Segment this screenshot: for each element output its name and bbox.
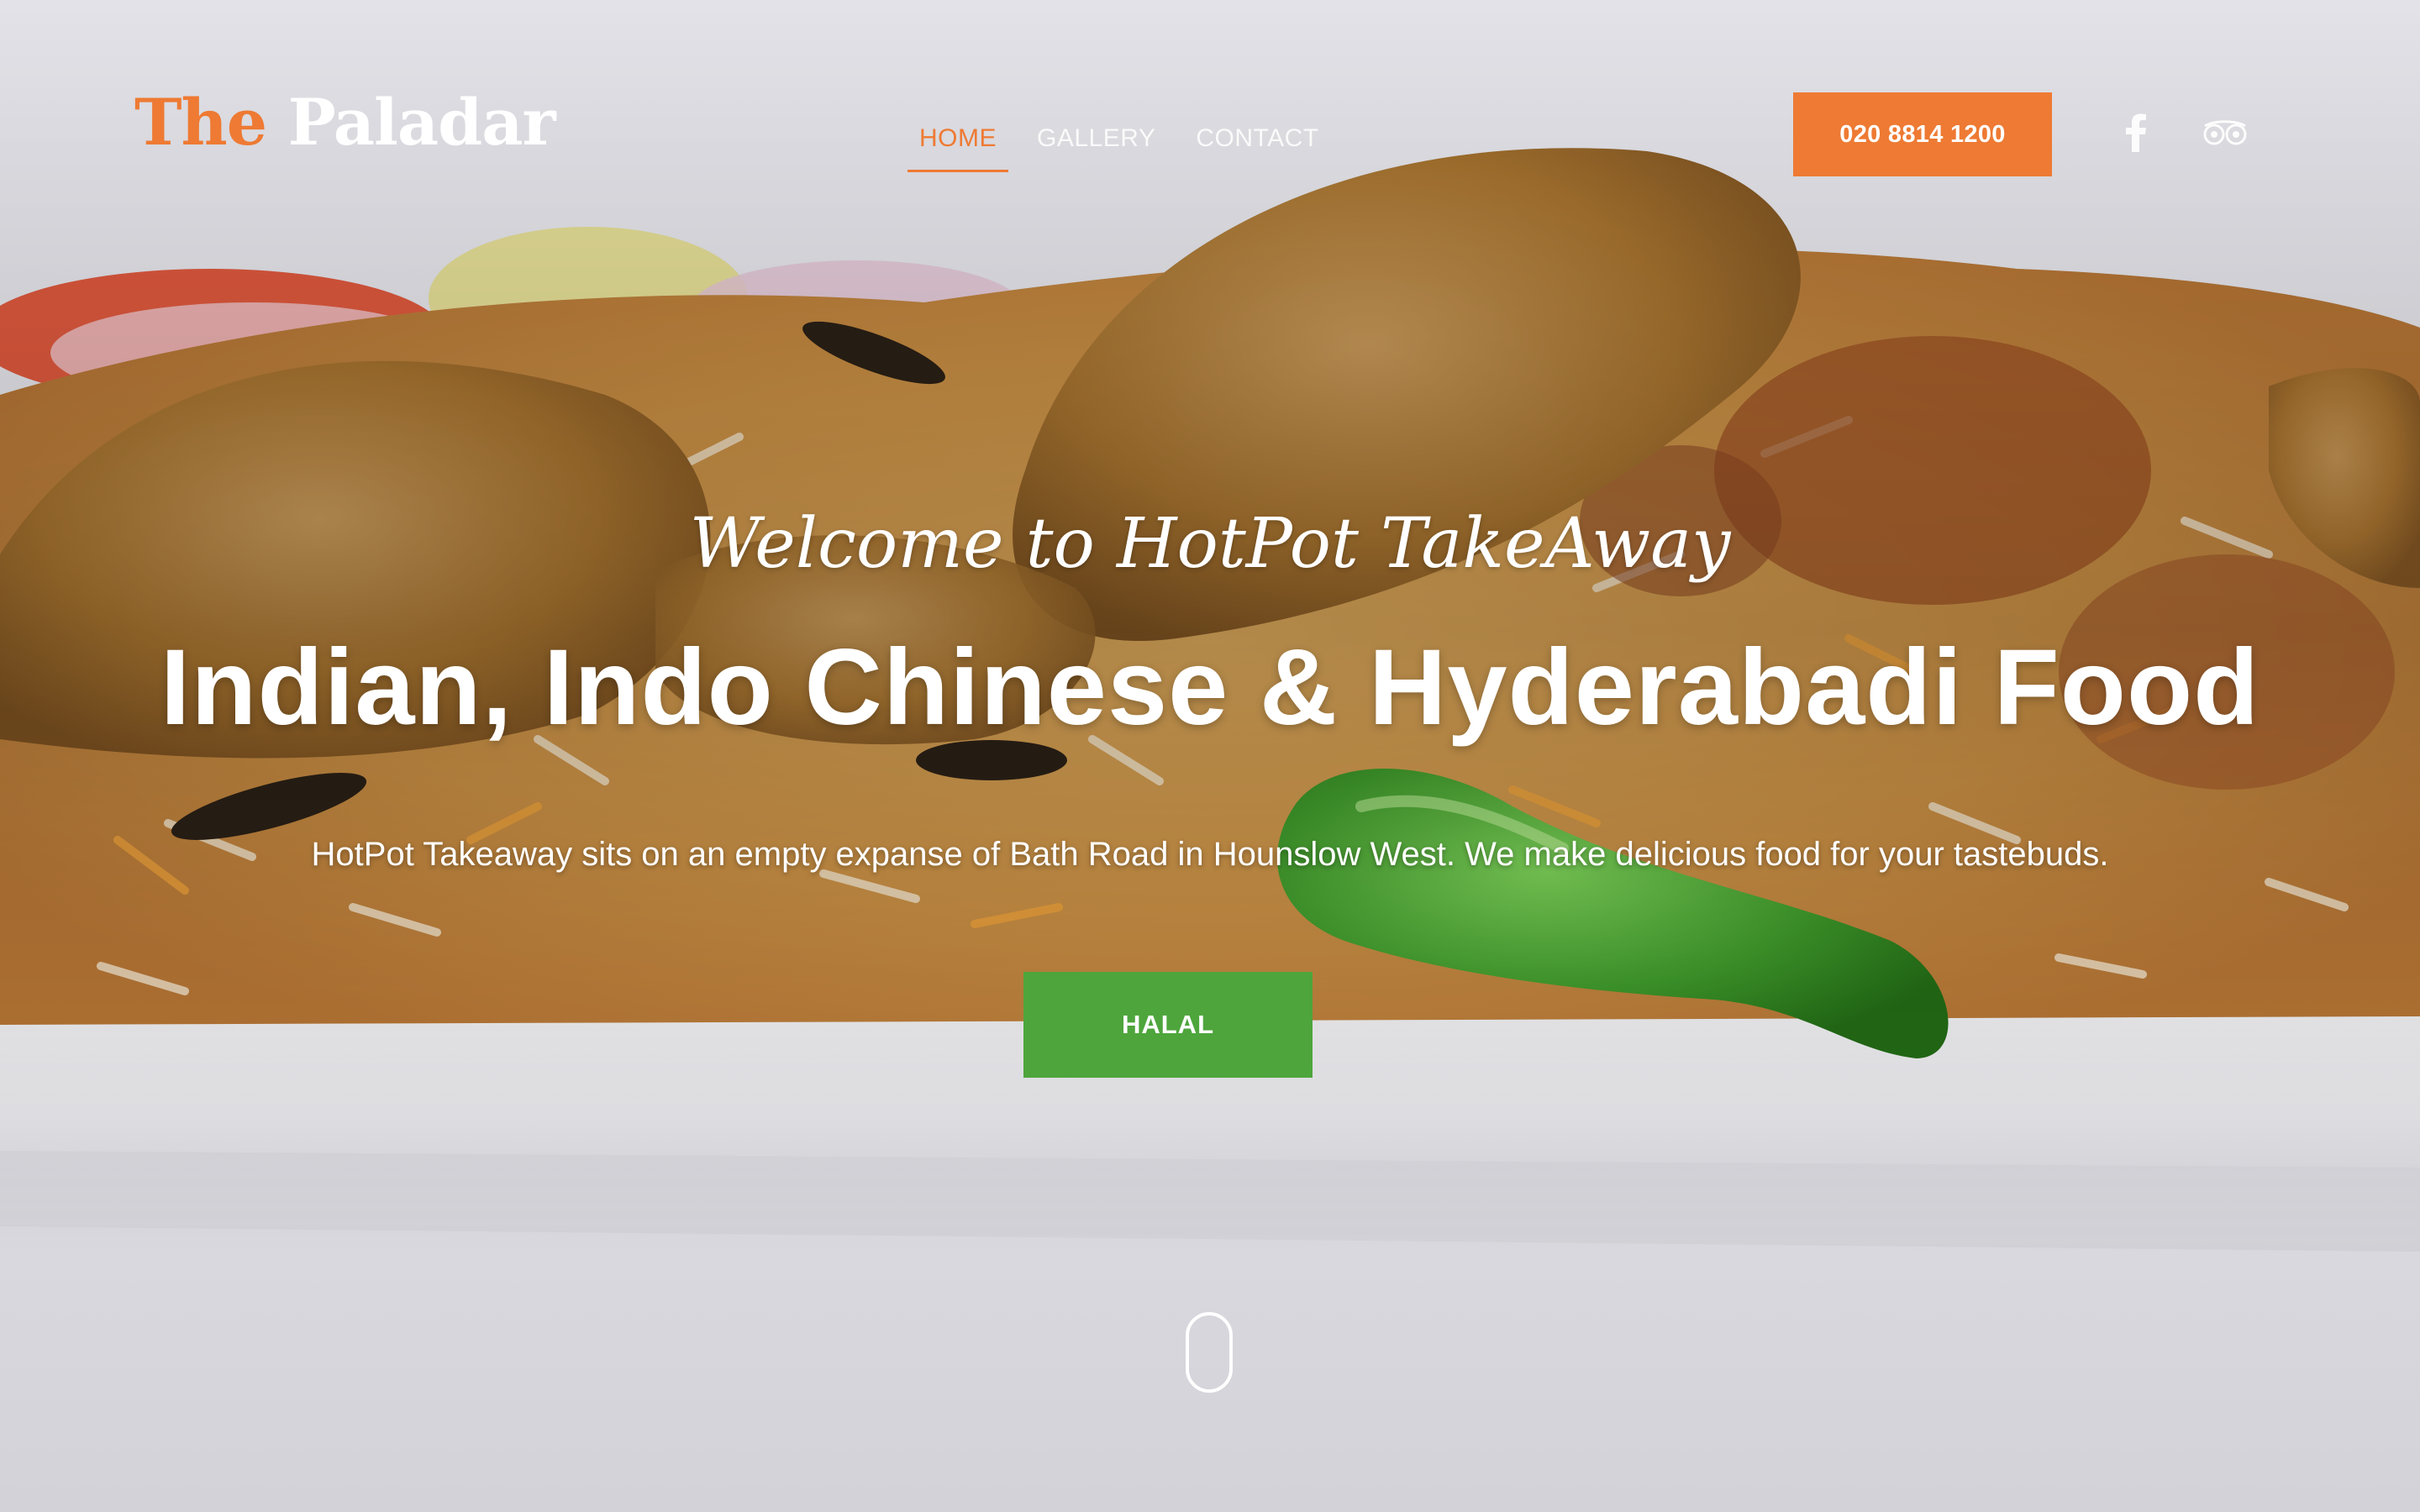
nav-home[interactable]: HOME — [908, 118, 1008, 172]
nav-contact[interactable]: CONTACT — [1184, 118, 1330, 172]
main-nav: HOME GALLERY CONTACT — [908, 118, 1348, 172]
nav-gallery[interactable]: GALLERY — [1025, 118, 1167, 172]
site-logo[interactable]: The Paladar — [134, 91, 556, 155]
hero-tagline: HotPot Takeaway sits on an empty expanse… — [311, 836, 2109, 873]
phone-call-button[interactable]: 020 8814 1200 — [1793, 92, 2052, 176]
landing-page: The Paladar HOME GALLERY CONTACT 020 881… — [0, 0, 2420, 1512]
hero-food-image — [0, 0, 2420, 1260]
logo-the: The — [134, 85, 267, 160]
hero-headline: Indian, Indo Chinese & Hyderabadi Food — [160, 627, 2260, 748]
hero-welcome-text: Welcome to HotPot TakeAway — [689, 504, 1731, 584]
scroll-down-icon[interactable] — [1186, 1312, 1233, 1393]
halal-button[interactable]: HALAL — [1023, 972, 1313, 1078]
facebook-icon[interactable] — [2111, 108, 2161, 158]
logo-name: Paladar — [287, 85, 556, 160]
tripadvisor-icon[interactable] — [2200, 108, 2250, 158]
